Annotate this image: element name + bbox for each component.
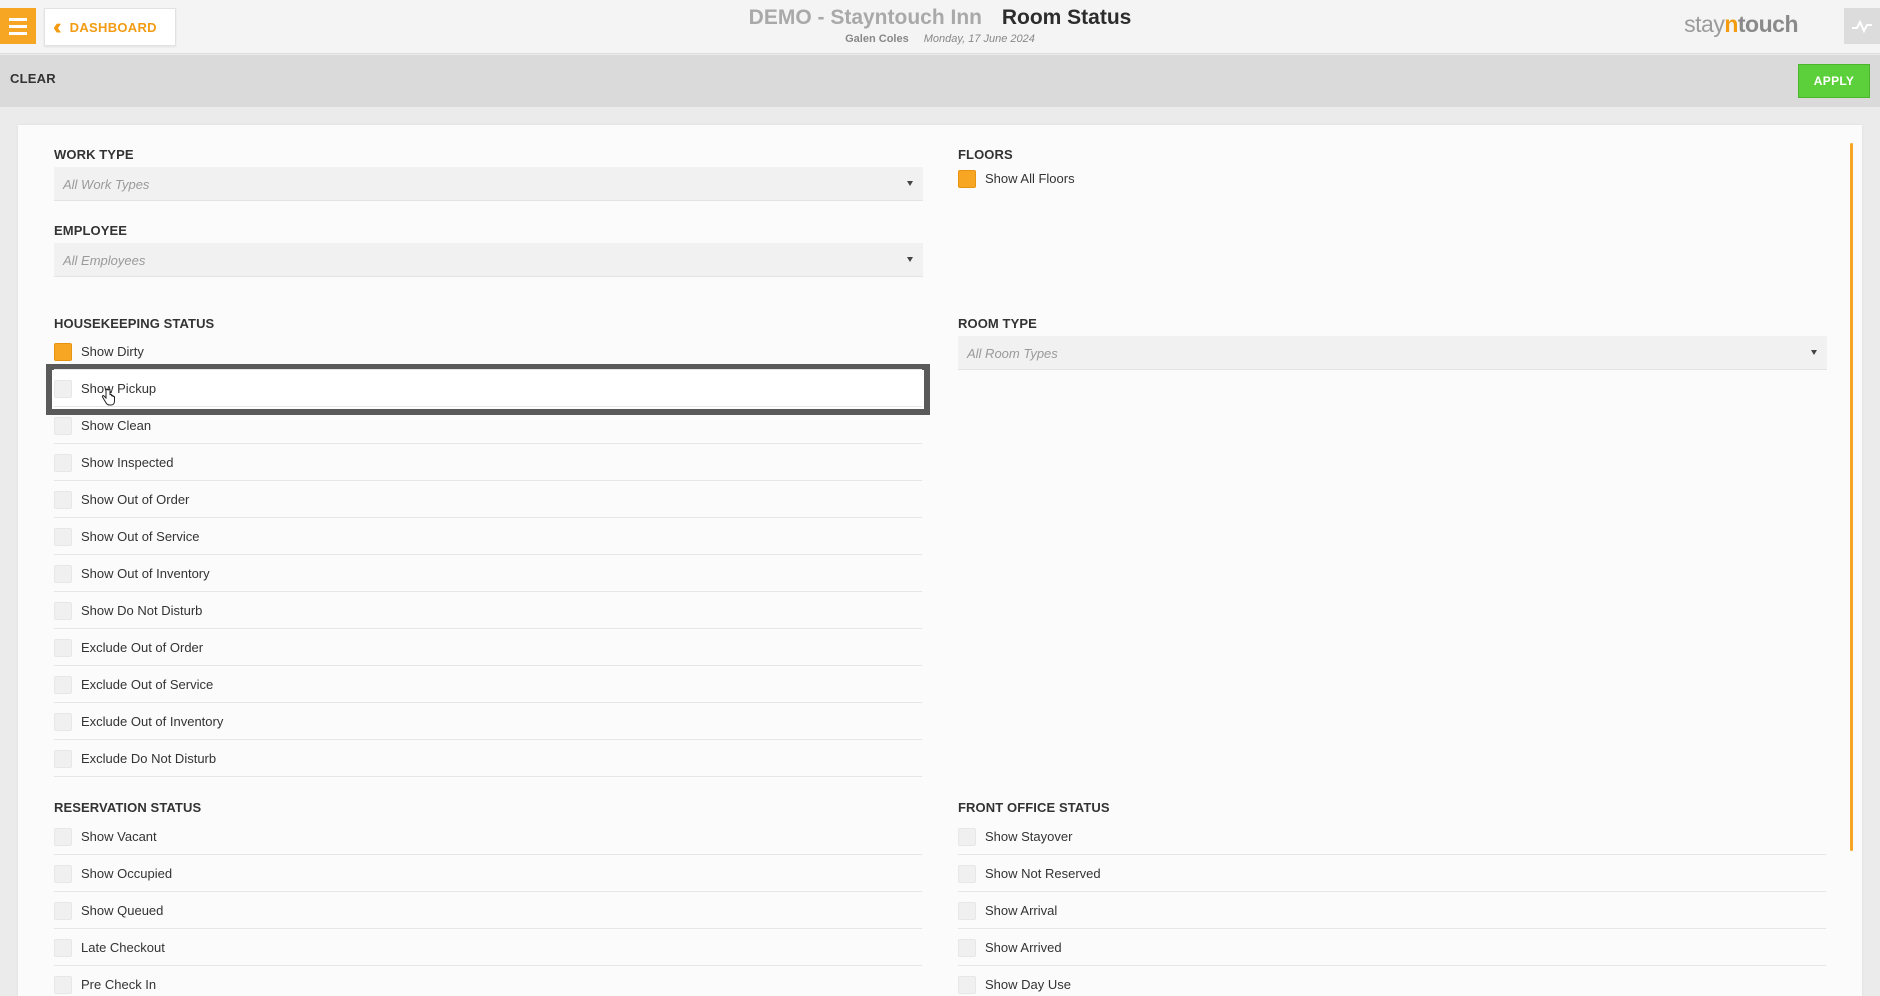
checkbox-show-arrival[interactable]: Show Arrival	[958, 892, 1826, 929]
checkbox-show-occupied[interactable]: Show Occupied	[54, 855, 922, 892]
checkbox-unchecked[interactable]	[54, 828, 72, 846]
checkbox-unchecked[interactable]	[54, 639, 72, 657]
checkbox-unchecked[interactable]	[54, 565, 72, 583]
checkbox-label: Show Occupied	[81, 866, 173, 881]
checkbox-unchecked[interactable]	[54, 602, 72, 620]
checkbox-label: Show Do Not Disturb	[81, 603, 203, 618]
checkbox-unchecked[interactable]	[958, 976, 976, 994]
checkbox-unchecked[interactable]	[54, 528, 72, 546]
employee-label: EMPLOYEE	[54, 223, 128, 238]
checkbox-unchecked[interactable]	[958, 902, 976, 920]
checkbox-show-do-not-disturb[interactable]: Show Do Not Disturb	[54, 592, 922, 629]
checkbox-label: Late Checkout	[81, 940, 165, 955]
checkbox-show-queued[interactable]: Show Queued	[54, 892, 922, 929]
checkbox-show-out-of-service[interactable]: Show Out of Service	[54, 518, 922, 555]
room-type-select[interactable]: All Room Types	[958, 336, 1827, 370]
page-title: Room Status	[1001, 6, 1132, 29]
checkbox-show-out-of-inventory[interactable]: Show Out of Inventory	[54, 555, 922, 592]
checkbox-unchecked[interactable]	[54, 676, 72, 694]
housekeeping-status-label: HOUSEKEEPING STATUS	[54, 316, 215, 331]
checkbox-label: Show Arrived	[985, 940, 1062, 955]
hotel-name: DEMO - Stayntouch Inn	[748, 6, 982, 29]
checkbox-pre-check-in[interactable]: Pre Check In	[54, 966, 922, 996]
clear-button[interactable]: CLEAR	[10, 71, 56, 86]
employee-select[interactable]: All Employees	[54, 243, 923, 277]
checkbox-show-dirty[interactable]: Show Dirty	[54, 333, 922, 370]
checkbox-show-day-use[interactable]: Show Day Use	[958, 966, 1826, 996]
checkbox-label: Exclude Do Not Disturb	[81, 751, 217, 766]
checkbox-unchecked[interactable]	[54, 865, 72, 883]
checkbox-show-inspected[interactable]: Show Inspected	[54, 444, 922, 481]
reservation-status-label: RESERVATION STATUS	[54, 800, 202, 815]
checkbox-unchecked[interactable]	[958, 939, 976, 957]
checkbox-label: Show Inspected	[81, 455, 174, 470]
hand-cursor-icon	[101, 388, 115, 406]
scrollbar[interactable]	[1850, 143, 1853, 851]
caret-down-icon	[1811, 350, 1817, 355]
checkbox-show-stayover[interactable]: Show Stayover	[958, 818, 1826, 855]
checkbox-label: Show Out of Service	[81, 529, 200, 544]
checkbox-show-not-reserved[interactable]: Show Not Reserved	[958, 855, 1826, 892]
checkbox-label: Show Clean	[81, 418, 152, 433]
checkbox-exclude-out-of-order[interactable]: Exclude Out of Order	[54, 629, 922, 666]
checkbox-exclude-out-of-service[interactable]: Exclude Out of Service	[54, 666, 922, 703]
current-date: Monday, 17 June 2024	[923, 33, 1035, 45]
checkbox-label: Show Stayover	[985, 829, 1073, 844]
checkbox-unchecked[interactable]	[54, 939, 72, 957]
checkbox-show-clean[interactable]: Show Clean	[54, 407, 922, 444]
checkbox-unchecked[interactable]	[958, 828, 976, 846]
page-heading: DEMO - Stayntouch Inn Room Status Galen …	[0, 6, 1880, 45]
user-name: Galen Coles	[845, 33, 909, 45]
checkbox-unchecked[interactable]	[54, 713, 72, 731]
checkbox-unchecked[interactable]	[54, 380, 72, 398]
work-type-label: WORK TYPE	[54, 147, 134, 162]
brand-logo: stayntouch	[1684, 11, 1798, 37]
checkbox-exclude-out-of-inventory[interactable]: Exclude Out of Inventory	[54, 703, 922, 740]
checkbox-label: Exclude Out of Inventory	[81, 714, 224, 729]
front-office-status-label: FRONT OFFICE STATUS	[958, 800, 1110, 815]
checkbox-show-out-of-order[interactable]: Show Out of Order	[54, 481, 922, 518]
checkbox-checked[interactable]	[958, 170, 976, 188]
filter-action-bar: CLEAR APPLY	[0, 55, 1880, 107]
checkbox-label: Show Out of Order	[81, 492, 190, 507]
checkbox-unchecked[interactable]	[54, 902, 72, 920]
checkbox-unchecked[interactable]	[54, 454, 72, 472]
checkbox-checked[interactable]	[54, 343, 72, 361]
checkbox-label: Show Vacant	[81, 829, 157, 844]
checkbox-label: Show Out of Inventory	[81, 566, 210, 581]
checkbox-label: Show Day Use	[985, 977, 1071, 992]
checkbox-label: Show Arrival	[985, 903, 1058, 918]
checkbox-show-arrived[interactable]: Show Arrived	[958, 929, 1826, 966]
caret-down-icon	[907, 181, 913, 186]
checkbox-label: Pre Check In	[81, 977, 157, 992]
checkbox-unchecked[interactable]	[54, 417, 72, 435]
checkbox-label: Exclude Out of Service	[81, 677, 214, 692]
checkbox-label: Exclude Out of Order	[81, 640, 204, 655]
checkbox-show-all-floors[interactable]: Show All Floors	[958, 160, 1258, 197]
checkbox-show-vacant[interactable]: Show Vacant	[54, 818, 922, 855]
checkbox-unchecked[interactable]	[54, 976, 72, 994]
checkbox-label: Show Pickup	[81, 381, 157, 396]
checkbox-unchecked[interactable]	[54, 750, 72, 768]
apply-button[interactable]: APPLY	[1798, 64, 1870, 98]
checkbox-label: Show Not Reserved	[985, 866, 1101, 881]
caret-down-icon	[907, 257, 913, 262]
top-header: ‹‹ DASHBOARD DEMO - Stayntouch Inn Room …	[0, 0, 1880, 54]
checkbox-unchecked[interactable]	[54, 491, 72, 509]
checkbox-unchecked[interactable]	[958, 865, 976, 883]
pulse-icon[interactable]	[1844, 8, 1880, 44]
work-type-select[interactable]: All Work Types	[54, 167, 923, 201]
checkbox-label: Show Dirty	[81, 344, 144, 359]
checkbox-label: Show Queued	[81, 903, 164, 918]
checkbox-show-pickup[interactable]: Show Pickup	[54, 370, 922, 407]
checkbox-late-checkout[interactable]: Late Checkout	[54, 929, 922, 966]
room-type-label: ROOM TYPE	[958, 316, 1037, 331]
checkbox-exclude-do-not-disturb[interactable]: Exclude Do Not Disturb	[54, 740, 922, 777]
